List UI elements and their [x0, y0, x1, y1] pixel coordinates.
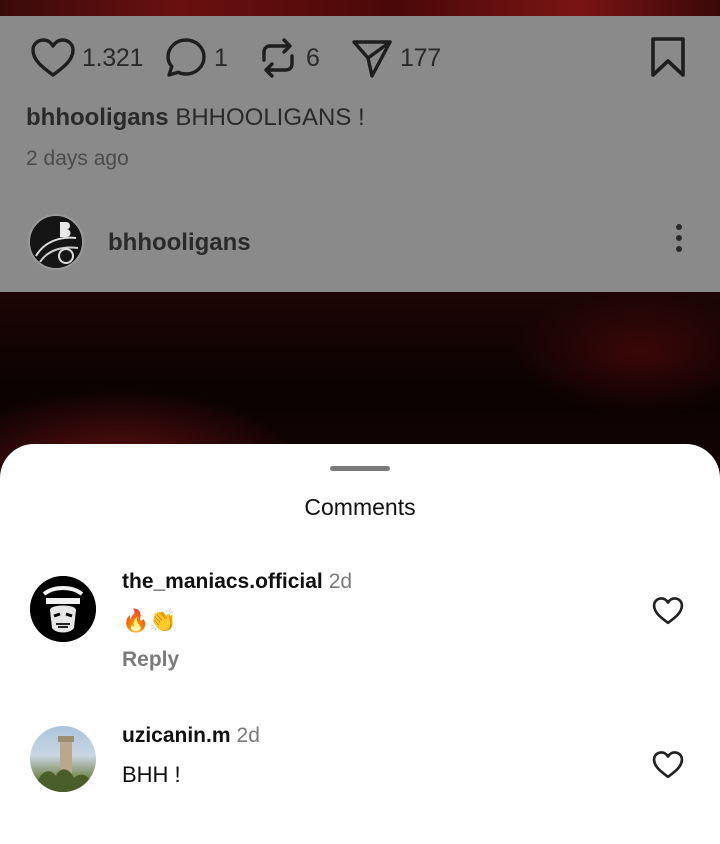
author-row: bhhooligans: [0, 212, 720, 276]
comment-like-button[interactable]: [652, 750, 684, 785]
comment-username[interactable]: the_maniacs.official 2d: [122, 570, 352, 594]
bookmark-button[interactable]: [650, 36, 686, 83]
sheet-title: Comments: [304, 494, 416, 520]
commenter-avatar-image: [30, 576, 96, 642]
repost-button[interactable]: 6: [256, 34, 320, 82]
like-count: 1.321: [82, 43, 144, 72]
caption-username[interactable]: bhhooligans: [26, 104, 169, 131]
repost-count: 6: [306, 43, 320, 72]
heart-icon: [31, 38, 75, 77]
post-details-panel: 1.321 1 6 177 bhhooligans BHHOOLIGANS ! …: [0, 16, 720, 292]
comment-text: BHH !: [122, 762, 181, 787]
post-image-top: [0, 0, 720, 16]
post-caption: bhhooligans BHHOOLIGANS !: [26, 104, 365, 132]
commenter-avatar[interactable]: [30, 576, 96, 642]
heart-icon: [652, 597, 684, 625]
comment-like-button[interactable]: [652, 596, 684, 631]
heart-icon: [652, 751, 684, 779]
caption-text: BHHOOLIGANS !: [175, 104, 365, 131]
comment-username[interactable]: uzicanin.m 2d: [122, 724, 260, 748]
share-count: 177: [400, 43, 441, 72]
comment-text: 🔥👏: [122, 608, 177, 633]
send-icon: [352, 40, 392, 78]
author-username[interactable]: bhhooligans: [108, 229, 251, 257]
like-button[interactable]: 1.321: [30, 34, 143, 82]
more-vertical-icon: [676, 224, 682, 230]
comment-bubble-icon: [166, 38, 206, 77]
comment-button[interactable]: 1: [164, 34, 228, 82]
share-button[interactable]: 177: [350, 34, 441, 82]
commenter-avatar[interactable]: [30, 726, 96, 792]
reply-button[interactable]: Reply: [122, 648, 179, 672]
bookmark-icon: [651, 37, 685, 77]
comments-sheet: Comments: [0, 444, 720, 844]
more-options-button[interactable]: [674, 224, 684, 260]
comment-time: 2d: [328, 570, 353, 593]
commenter-avatar-image: [34, 736, 92, 792]
author-logo-image: [30, 216, 82, 268]
comment-time: 2d: [236, 724, 260, 747]
post-actions-bar: 1.321 1 6 177: [0, 16, 720, 100]
repost-icon: [262, 38, 294, 78]
post-timestamp: 2 days ago: [26, 147, 129, 170]
drag-handle[interactable]: [330, 466, 390, 471]
author-avatar[interactable]: [28, 214, 84, 270]
comment-count: 1: [214, 43, 228, 72]
